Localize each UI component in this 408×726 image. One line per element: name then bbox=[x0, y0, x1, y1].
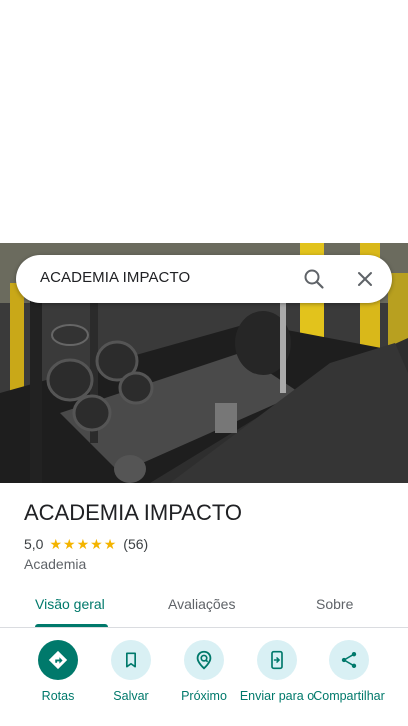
send-to-phone-button[interactable]: Enviar para o bbox=[237, 640, 317, 704]
send-to-phone-label: Enviar para o bbox=[239, 689, 315, 703]
nearby-icon bbox=[184, 640, 224, 680]
search-bar[interactable]: ACADEMIA IMPACTO bbox=[16, 255, 392, 303]
share-label: Compartilhar bbox=[313, 689, 385, 703]
close-icon[interactable] bbox=[353, 267, 377, 291]
action-bar: Rotas Salvar Próximo Enviar para o Compa… bbox=[0, 640, 408, 726]
directions-icon bbox=[38, 640, 78, 680]
rating-value: 5,0 bbox=[24, 536, 44, 552]
share-icon bbox=[329, 640, 369, 680]
save-label: Salvar bbox=[113, 689, 149, 703]
review-count[interactable]: (56) bbox=[123, 536, 148, 552]
directions-button[interactable]: Rotas bbox=[18, 640, 98, 704]
tab-overview[interactable]: Visão geral bbox=[35, 596, 105, 612]
rating-row[interactable]: 5,0 ★ ★ ★ ★ ★ (56) bbox=[24, 536, 148, 552]
search-query[interactable]: ACADEMIA IMPACTO bbox=[40, 269, 190, 286]
send-to-phone-icon bbox=[257, 640, 297, 680]
star-icon: ★ bbox=[76, 536, 90, 552]
nearby-label: Próximo bbox=[181, 689, 227, 703]
save-button[interactable]: Salvar bbox=[91, 640, 171, 704]
star-icon: ★ bbox=[90, 536, 103, 552]
place-category: Academia bbox=[24, 556, 87, 572]
star-icon: ★ bbox=[49, 536, 63, 552]
active-tab-indicator bbox=[35, 624, 108, 627]
nearby-button[interactable]: Próximo bbox=[164, 640, 244, 704]
map-area-blank bbox=[0, 0, 408, 243]
directions-label: Rotas bbox=[41, 689, 75, 703]
tab-reviews[interactable]: Avaliações bbox=[168, 596, 235, 612]
tab-bar: Visão geral Avaliações Sobre bbox=[0, 585, 408, 628]
star-icon: ★ bbox=[103, 536, 117, 552]
star-icon: ★ bbox=[63, 536, 76, 552]
star-rating: ★ ★ ★ ★ ★ bbox=[49, 537, 117, 551]
tab-about[interactable]: Sobre bbox=[316, 596, 353, 612]
share-button[interactable]: Compartilhar bbox=[309, 640, 389, 704]
place-title: ACADEMIA IMPACTO bbox=[24, 500, 243, 525]
search-icon[interactable] bbox=[302, 267, 326, 291]
bookmark-icon bbox=[111, 640, 151, 680]
